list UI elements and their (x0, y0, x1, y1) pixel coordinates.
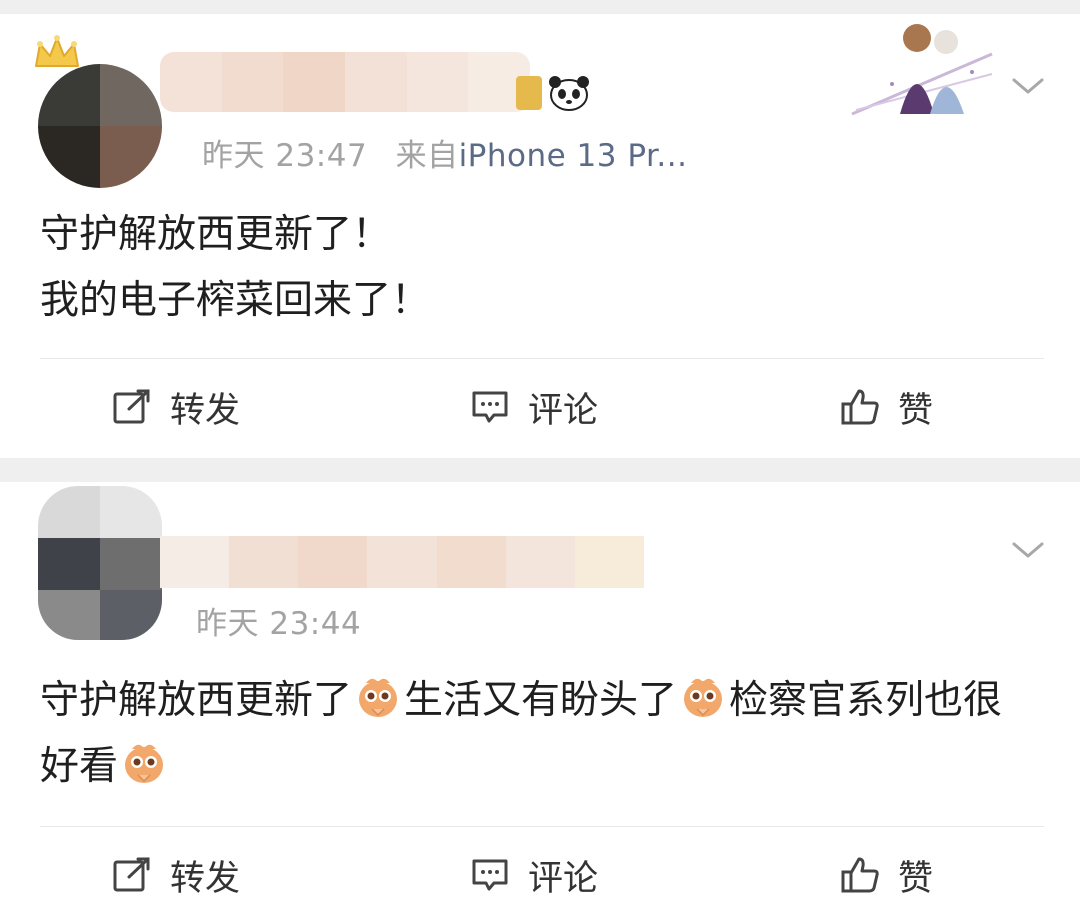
comment-icon (472, 391, 508, 423)
repost-icon (113, 389, 150, 424)
comment-icon (472, 859, 508, 891)
action-bar: 转发 评论 赞 (0, 840, 1080, 910)
like-label: 赞 (898, 858, 934, 899)
repost-label: 转发 (170, 390, 241, 431)
panda-badge-icon (549, 76, 589, 111)
post-time: 昨天 23:44 (196, 606, 362, 642)
like-button[interactable]: 赞 (840, 840, 933, 910)
post-content: 守护解放西更新了！ 我的电子榨菜回来了！ (40, 202, 1030, 334)
post-line: 守护解放西更新了！ (40, 212, 392, 257)
post-source[interactable]: 来自iPhone 13 Pr... (396, 138, 688, 174)
like-label: 赞 (898, 390, 934, 431)
member-badge (516, 76, 542, 110)
avatar[interactable] (38, 64, 162, 188)
post-time: 昨天 23:47 (202, 138, 368, 174)
top-gap (0, 0, 1080, 14)
content-part: 生活又有盼头了 (404, 678, 678, 723)
chevron-down-icon[interactable] (1008, 70, 1048, 100)
post-card: 昨天 23:47 来自iPhone 13 Pr... 守护解放西更新了！ 我的电… (0, 14, 1080, 458)
post-card: 昨天 23:44 守护解放西更新了 生活又有盼头了 检察官系列也很好看 转发 评… (0, 482, 1080, 921)
source-device: iPhone 13 Pr... (458, 138, 688, 174)
repost-button[interactable]: 转发 (112, 840, 240, 910)
weibo-feed: 昨天 23:47 来自iPhone 13 Pr... 守护解放西更新了！ 我的电… (0, 0, 1080, 921)
post-line: 我的电子榨菜回来了！ (40, 278, 431, 323)
username-blurred[interactable] (160, 52, 530, 112)
pray-face-emoji-icon (125, 744, 164, 783)
post-content: 守护解放西更新了 生活又有盼头了 检察官系列也很好看 (40, 668, 1030, 800)
repost-label: 转发 (170, 858, 241, 899)
thumbs-up-icon (841, 389, 879, 425)
like-button[interactable]: 赞 (840, 372, 933, 442)
content-part: 守护解放西更新了 (40, 678, 353, 723)
divider (40, 826, 1044, 827)
comment-label: 评论 (528, 858, 599, 899)
divider (40, 358, 1044, 359)
pray-face-emoji-icon (359, 678, 398, 717)
comment-label: 评论 (528, 390, 599, 431)
post-meta: 昨天 23:47 来自iPhone 13 Pr... (202, 130, 687, 175)
comment-button[interactable]: 评论 (470, 840, 598, 910)
repost-button[interactable]: 转发 (112, 372, 240, 442)
username-blurred[interactable] (160, 536, 644, 588)
card-decoration (851, 24, 993, 116)
repost-icon (113, 857, 150, 892)
post-meta: 昨天 23:44 (196, 598, 361, 643)
avatar[interactable] (38, 486, 162, 640)
source-label: 来自 (395, 138, 459, 174)
pray-face-emoji-icon (684, 678, 723, 717)
thumbs-up-icon (841, 857, 879, 893)
chevron-down-icon[interactable] (1008, 534, 1048, 564)
crown-icon (35, 35, 79, 67)
action-bar: 转发 评论 赞 (0, 372, 1080, 442)
comment-button[interactable]: 评论 (470, 372, 598, 442)
